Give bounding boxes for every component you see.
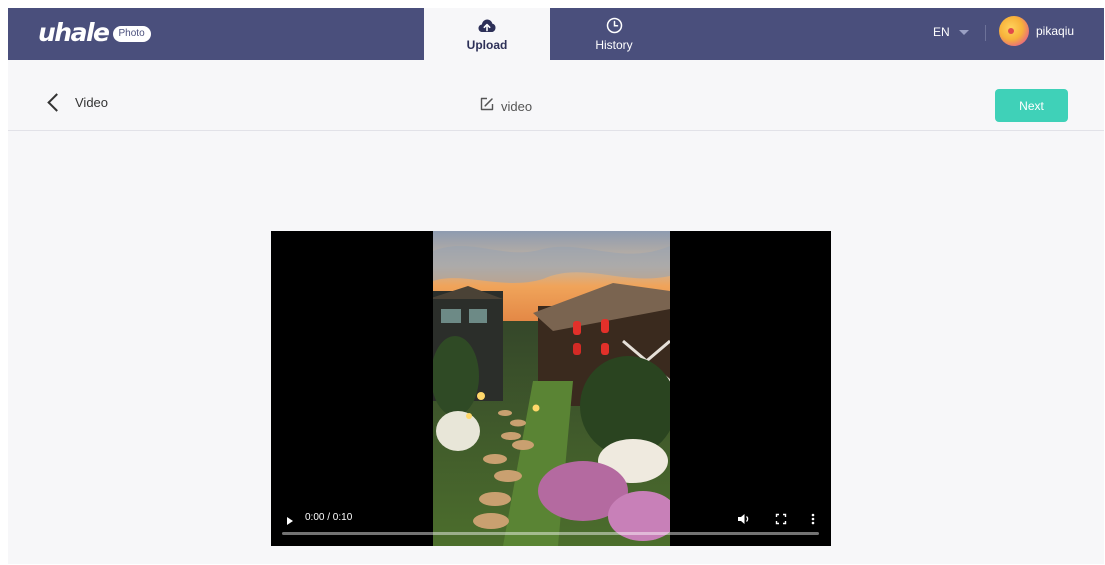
top-navigation-bar: uhale Photo Upload History EN pikaqiu bbox=[8, 8, 1104, 60]
more-vertical-icon[interactable] bbox=[811, 512, 815, 530]
next-button[interactable]: Next bbox=[995, 89, 1068, 122]
fullscreen-icon[interactable] bbox=[775, 512, 787, 530]
user-menu[interactable]: pikaqiu bbox=[999, 16, 1074, 46]
tab-history-label: History bbox=[595, 37, 633, 52]
volume-icon[interactable] bbox=[737, 512, 751, 530]
app-frame: uhale Photo Upload History EN pikaqiu Vi… bbox=[8, 8, 1104, 564]
tab-history[interactable]: History bbox=[551, 8, 677, 60]
nav-divider bbox=[985, 25, 986, 41]
clock-icon bbox=[605, 17, 623, 35]
tab-upload-label: Upload bbox=[466, 37, 508, 52]
back-label: Video bbox=[75, 95, 109, 110]
caret-down-icon bbox=[958, 29, 969, 35]
logo-wordmark: uhale bbox=[38, 18, 110, 47]
language-label: EN bbox=[933, 25, 950, 39]
progress-track[interactable] bbox=[282, 532, 819, 535]
sub-header: Video video Next bbox=[8, 60, 1104, 131]
video-controls: 0:00 / 0:10 bbox=[271, 496, 831, 546]
logo[interactable]: uhale Photo bbox=[38, 20, 151, 46]
language-selector[interactable]: EN bbox=[933, 25, 969, 39]
chevron-left-icon bbox=[47, 93, 66, 112]
video-player[interactable]: 0:00 / 0:10 bbox=[271, 231, 831, 546]
video-time: 0:00 / 0:10 bbox=[305, 512, 353, 523]
cloud-upload-icon bbox=[478, 17, 496, 35]
logo-badge: Photo bbox=[112, 26, 151, 42]
username: pikaqiu bbox=[1036, 24, 1075, 38]
editable-title[interactable]: video bbox=[480, 97, 532, 116]
title-text: video bbox=[501, 99, 533, 114]
edit-icon bbox=[480, 97, 494, 116]
avatar bbox=[999, 16, 1029, 46]
back-button[interactable]: Video bbox=[46, 93, 109, 112]
tab-upload[interactable]: Upload bbox=[424, 8, 550, 60]
play-icon[interactable] bbox=[287, 517, 293, 525]
